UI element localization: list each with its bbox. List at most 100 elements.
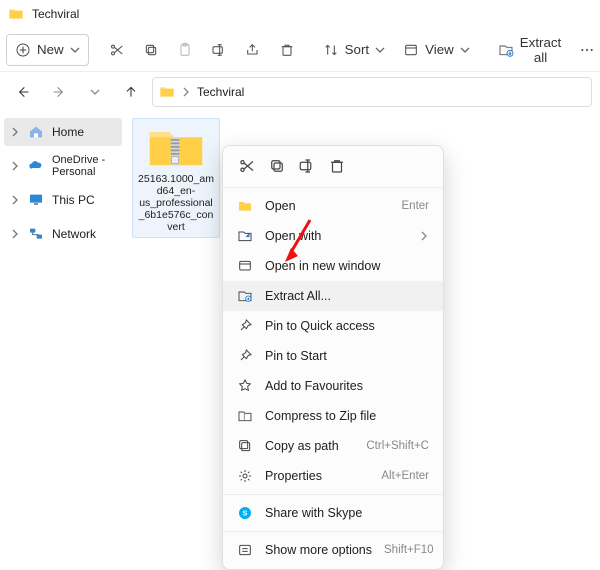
menu-accelerator: Alt+Enter <box>381 470 429 482</box>
sort-label: Sort <box>345 42 369 57</box>
sidebar-item-label: OneDrive - Personal <box>52 154 116 178</box>
star-icon <box>237 378 253 394</box>
file-tile[interactable]: 25163.1000_amd64_en-us_professional_6b1e… <box>132 118 220 238</box>
back-button[interactable] <box>8 77 38 107</box>
sidebar-item-onedrive[interactable]: OneDrive - Personal <box>4 152 122 180</box>
chevron-right-icon <box>10 195 20 205</box>
monitor-icon <box>28 192 44 208</box>
breadcrumb-current[interactable]: Techviral <box>197 85 244 99</box>
extract-all-button[interactable]: Extract all <box>490 34 569 66</box>
extract-icon <box>498 42 514 58</box>
forward-button[interactable] <box>44 77 74 107</box>
zip-folder-icon <box>148 123 204 169</box>
address-bar[interactable]: Techviral <box>152 77 592 107</box>
skype-icon: S <box>237 505 253 521</box>
menu-item-copy-path[interactable]: Copy as path Ctrl+Shift+C <box>223 431 443 461</box>
menu-item-extract-all[interactable]: Extract All... <box>223 281 443 311</box>
folder-icon <box>159 84 175 100</box>
sidebar-item-label: Home <box>52 125 84 139</box>
view-button[interactable]: View <box>395 34 478 66</box>
menu-label: Share with Skype <box>265 506 429 520</box>
copy-path-icon <box>237 438 253 454</box>
sidebar-item-network[interactable]: Network <box>4 220 122 248</box>
nav-bar: Techviral <box>0 72 600 112</box>
sidebar-item-this-pc[interactable]: This PC <box>4 186 122 214</box>
menu-label: Extract All... <box>265 289 429 303</box>
menu-label: Add to Favourites <box>265 379 429 393</box>
toolbar: New Sort View Extract all <box>0 28 600 72</box>
chevron-right-icon <box>10 161 20 171</box>
chevron-right-icon <box>10 127 20 137</box>
menu-item-more-options[interactable]: Show more options Shift+F10 <box>223 535 443 565</box>
trash-icon <box>279 42 295 58</box>
menu-label: Pin to Start <box>265 349 429 363</box>
open-with-icon <box>237 228 253 244</box>
chevron-right-icon <box>419 231 429 241</box>
rename-button[interactable] <box>203 34 235 66</box>
menu-label: Properties <box>265 469 369 483</box>
menu-accelerator: Shift+F10 <box>384 544 434 556</box>
menu-label: Compress to Zip file <box>265 409 429 423</box>
sidebar-item-home[interactable]: Home <box>4 118 122 146</box>
trash-icon[interactable] <box>327 156 347 176</box>
view-icon <box>403 42 419 58</box>
menu-item-properties[interactable]: Properties Alt+Enter <box>223 461 443 491</box>
new-button[interactable]: New <box>6 34 89 66</box>
separator <box>223 531 443 532</box>
menu-item-add-favourites[interactable]: Add to Favourites <box>223 371 443 401</box>
menu-label: Copy as path <box>265 439 354 453</box>
clipboard-icon <box>177 42 193 58</box>
menu-accelerator: Ctrl+Shift+C <box>366 440 429 452</box>
menu-item-pin-start[interactable]: Pin to Start <box>223 341 443 371</box>
menu-item-open-with[interactable]: Open with <box>223 221 443 251</box>
copy-button[interactable] <box>135 34 167 66</box>
extract-all-label: Extract all <box>520 35 561 65</box>
more-button[interactable] <box>571 34 600 66</box>
copy-icon[interactable] <box>267 156 287 176</box>
zip-icon <box>237 408 253 424</box>
context-menu-quick-actions <box>223 150 443 184</box>
plus-circle-icon <box>15 42 31 58</box>
delete-button[interactable] <box>271 34 303 66</box>
window-title: Techviral <box>32 7 79 21</box>
paste-button[interactable] <box>169 34 201 66</box>
menu-item-open-new-window[interactable]: Open in new window <box>223 251 443 281</box>
separator <box>223 187 443 188</box>
cut-button[interactable] <box>101 34 133 66</box>
sort-icon <box>323 42 339 58</box>
menu-label: Pin to Quick access <box>265 319 429 333</box>
rename-icon <box>211 42 227 58</box>
open-icon <box>237 198 253 214</box>
folder-icon <box>8 6 24 22</box>
file-name: 25163.1000_amd64_en-us_professional_6b1e… <box>137 173 215 233</box>
menu-item-open[interactable]: Open Enter <box>223 191 443 221</box>
sort-button[interactable]: Sort <box>315 34 393 66</box>
chevron-right-icon <box>10 229 20 239</box>
pin-icon <box>237 348 253 364</box>
menu-label: Show more options <box>265 543 372 557</box>
chevron-down-icon <box>70 45 80 55</box>
context-menu: Open Enter Open with Open in new window … <box>222 145 444 570</box>
menu-item-pin-quick-access[interactable]: Pin to Quick access <box>223 311 443 341</box>
recent-button[interactable] <box>80 77 110 107</box>
up-button[interactable] <box>116 77 146 107</box>
home-icon <box>28 124 44 140</box>
svg-text:S: S <box>243 509 248 518</box>
extract-icon <box>237 288 253 304</box>
chevron-down-icon <box>460 45 470 55</box>
share-button[interactable] <box>237 34 269 66</box>
title-bar: Techviral <box>0 0 600 28</box>
sidebar: Home OneDrive - Personal This PC Network <box>0 112 126 522</box>
separator <box>223 494 443 495</box>
rename-icon[interactable] <box>297 156 317 176</box>
properties-icon <box>237 468 253 484</box>
menu-label: Open with <box>265 229 407 243</box>
share-icon <box>245 42 261 58</box>
new-button-label: New <box>37 42 64 57</box>
menu-item-compress-zip[interactable]: Compress to Zip file <box>223 401 443 431</box>
ellipsis-icon <box>579 42 595 58</box>
menu-item-share-skype[interactable]: S Share with Skype <box>223 498 443 528</box>
new-window-icon <box>237 258 253 274</box>
more-icon <box>237 542 253 558</box>
scissors-icon[interactable] <box>237 156 257 176</box>
